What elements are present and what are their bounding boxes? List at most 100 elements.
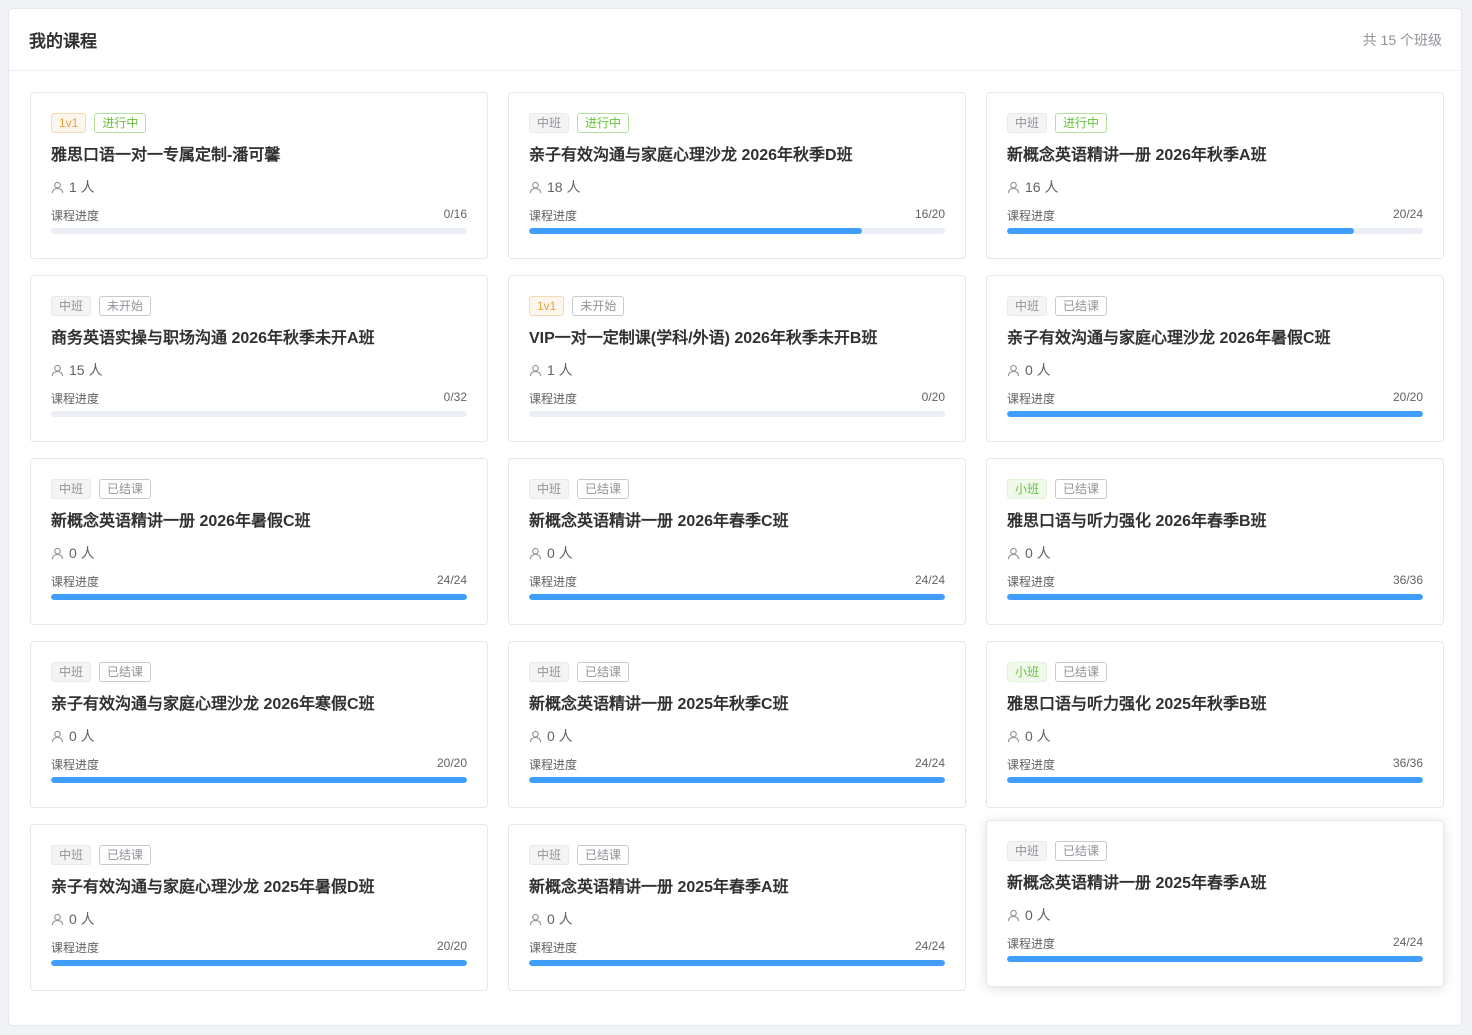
student-count: 0 人 (1007, 361, 1423, 379)
class-status-tag: 已结课 (1055, 479, 1108, 499)
card-tags: 中班 进行中 (529, 113, 945, 133)
course-card[interactable]: 中班 已结课 新概念英语精讲一册 2026年暑假C班 0 人 课程进度 24/2… (30, 458, 488, 625)
class-status-tag: 已结课 (577, 845, 630, 865)
progress-label: 课程进度 (529, 575, 578, 589)
student-count-text: 15 人 (69, 362, 103, 378)
card-tags: 中班 已结课 (51, 662, 467, 682)
card-tags: 小班 已结课 (1007, 479, 1423, 499)
student-count: 1 人 (51, 178, 467, 196)
user-icon (1007, 181, 1020, 193)
class-type-tag: 中班 (1007, 841, 1048, 861)
progress-value: 24/24 (1392, 935, 1423, 949)
student-count: 0 人 (1007, 544, 1423, 562)
class-type-tag: 中班 (1007, 296, 1048, 316)
panel-header: 我的课程 共 15 个班级 (9, 9, 1461, 71)
progress-bar (1007, 228, 1423, 234)
student-count: 0 人 (1007, 727, 1423, 745)
progress-row: 课程进度 0/32 (51, 390, 467, 407)
progress-label: 课程进度 (1007, 392, 1056, 406)
course-card[interactable]: 中班 已结课 亲子有效沟通与家庭心理沙龙 2026年暑假C班 0 人 课程进度 … (986, 275, 1444, 442)
progress-label: 课程进度 (1007, 758, 1056, 772)
user-icon (529, 547, 542, 559)
course-card[interactable]: 中班 进行中 亲子有效沟通与家庭心理沙龙 2026年秋季D班 18 人 课程进度… (508, 92, 966, 259)
class-type-tag: 1v1 (529, 296, 565, 316)
course-title: 亲子有效沟通与家庭心理沙龙 2025年暑假D班 (51, 879, 375, 896)
class-type-tag: 中班 (51, 296, 92, 316)
progress-row: 课程进度 24/24 (51, 573, 467, 590)
student-count: 0 人 (51, 727, 467, 745)
progress-row: 课程进度 0/20 (529, 390, 945, 407)
student-count: 1 人 (529, 361, 945, 379)
class-status-tag: 已结课 (99, 845, 152, 865)
progress-row: 课程进度 0/16 (51, 207, 467, 224)
progress-bar (1007, 411, 1423, 417)
progress-value: 20/20 (1392, 390, 1423, 404)
student-count: 0 人 (1007, 906, 1423, 924)
student-count-text: 0 人 (547, 911, 573, 927)
my-courses-panel: 我的课程 共 15 个班级 1v1 进行中 雅思口语一对一专属定制-潘可馨 1 … (8, 8, 1462, 1026)
page-title: 我的课程 (29, 32, 97, 51)
student-count: 18 人 (529, 178, 945, 196)
card-tags: 中班 进行中 (1007, 113, 1423, 133)
progress-bar-fill (1007, 594, 1423, 600)
class-type-tag: 中班 (51, 845, 92, 865)
class-type-tag: 小班 (1007, 479, 1048, 499)
class-count: 共 15 个班级 (1362, 31, 1442, 48)
student-count-text: 0 人 (1025, 362, 1051, 378)
course-card[interactable]: 小班 已结课 雅思口语与听力强化 2025年秋季B班 0 人 课程进度 36/3… (986, 641, 1444, 808)
course-card[interactable]: 中班 已结课 新概念英语精讲一册 2026年春季C班 0 人 课程进度 24/2… (508, 458, 966, 625)
class-status-tag: 已结课 (1055, 841, 1108, 861)
progress-label: 课程进度 (51, 575, 100, 589)
class-type-tag: 中班 (1007, 113, 1048, 133)
progress-bar (529, 777, 945, 783)
course-card[interactable]: 中班 已结课 亲子有效沟通与家庭心理沙龙 2026年寒假C班 0 人 课程进度 … (30, 641, 488, 808)
student-count-text: 0 人 (69, 545, 95, 561)
course-card[interactable]: 小班 已结课 雅思口语与听力强化 2026年春季B班 0 人 课程进度 36/3… (986, 458, 1444, 625)
course-card[interactable]: 中班 已结课 新概念英语精讲一册 2025年春季A班 0 人 课程进度 24/2… (508, 824, 966, 991)
class-type-tag: 中班 (51, 662, 92, 682)
course-title: 新概念英语精讲一册 2025年秋季C班 (529, 696, 789, 713)
course-title: 新概念英语精讲一册 2025年春季A班 (1007, 875, 1267, 892)
student-count-text: 0 人 (1025, 907, 1051, 923)
progress-row: 课程进度 24/24 (529, 939, 945, 956)
user-icon (51, 364, 64, 376)
student-count-text: 18 人 (547, 179, 581, 195)
course-title: 新概念英语精讲一册 2026年春季C班 (529, 513, 789, 530)
progress-value: 20/20 (436, 939, 467, 953)
student-count: 16 人 (1007, 178, 1423, 196)
progress-row: 课程进度 24/24 (529, 573, 945, 590)
progress-bar (529, 594, 945, 600)
class-status-tag: 已结课 (1055, 662, 1108, 682)
progress-row: 课程进度 20/24 (1007, 207, 1423, 224)
card-tags: 中班 未开始 (51, 296, 467, 316)
progress-label: 课程进度 (51, 209, 100, 223)
progress-value: 24/24 (914, 573, 945, 587)
progress-label: 课程进度 (529, 209, 578, 223)
progress-bar-fill (51, 960, 467, 966)
course-card[interactable]: 1v1 进行中 雅思口语一对一专属定制-潘可馨 1 人 课程进度 0/16 (30, 92, 488, 259)
course-card[interactable]: 中班 已结课 新概念英语精讲一册 2025年秋季C班 0 人 课程进度 24/2… (508, 641, 966, 808)
progress-bar (529, 411, 945, 417)
student-count-text: 0 人 (1025, 545, 1051, 561)
course-card[interactable]: 中班 已结课 新概念英语精讲一册 2025年春季A班 0 人 课程进度 24/2… (986, 820, 1444, 987)
course-card[interactable]: 1v1 未开始 VIP一对一定制课(学科/外语) 2026年秋季未开B班 1 人… (508, 275, 966, 442)
progress-value: 24/24 (914, 756, 945, 770)
course-grid: 1v1 进行中 雅思口语一对一专属定制-潘可馨 1 人 课程进度 0/16 中班… (30, 92, 1444, 991)
card-tags: 中班 已结课 (529, 662, 945, 682)
student-count: 15 人 (51, 361, 467, 379)
progress-label: 课程进度 (1007, 937, 1056, 951)
progress-bar (1007, 956, 1423, 962)
course-card[interactable]: 中班 未开始 商务英语实操与职场沟通 2026年秋季未开A班 15 人 课程进度… (30, 275, 488, 442)
course-title: 亲子有效沟通与家庭心理沙龙 2026年寒假C班 (51, 696, 375, 713)
card-tags: 1v1 进行中 (51, 113, 467, 133)
course-card[interactable]: 中班 已结课 亲子有效沟通与家庭心理沙龙 2025年暑假D班 0 人 课程进度 … (30, 824, 488, 991)
card-tags: 中班 已结课 (51, 479, 467, 499)
progress-bar-fill (1007, 777, 1423, 783)
student-count: 0 人 (529, 727, 945, 745)
progress-bar (1007, 594, 1423, 600)
progress-label: 课程进度 (1007, 209, 1056, 223)
course-card[interactable]: 中班 进行中 新概念英语精讲一册 2026年秋季A班 16 人 课程进度 20/… (986, 92, 1444, 259)
progress-bar-fill (51, 594, 467, 600)
class-type-tag: 中班 (51, 479, 92, 499)
progress-value: 0/16 (443, 207, 467, 221)
